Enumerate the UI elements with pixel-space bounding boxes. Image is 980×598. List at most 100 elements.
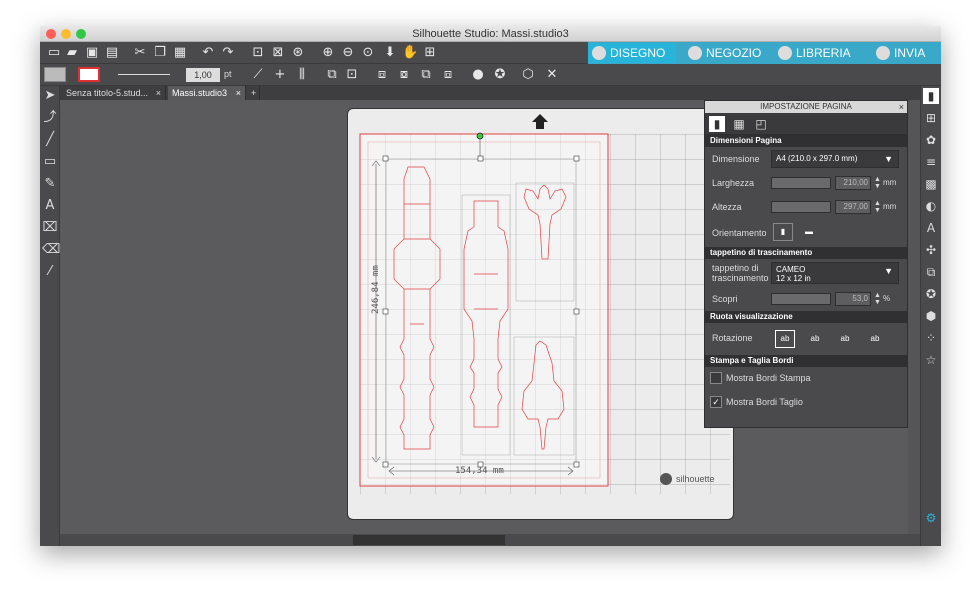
eraser-icon[interactable]: ⌫ (42, 242, 60, 258)
trace-icon[interactable]: ⬢ (923, 308, 939, 324)
backward-icon[interactable]: ⧈ (440, 67, 456, 83)
horizontal-scrollbar[interactable] (60, 534, 920, 546)
crosshair-icon[interactable]: + (272, 67, 288, 83)
height-slider[interactable] (771, 201, 831, 213)
landscape-icon[interactable]: ▬ (799, 223, 819, 241)
zoom-in-icon[interactable]: ⊕ (320, 45, 336, 61)
mat-select[interactable]: CAMEO 12 x 12 in ▼ (771, 262, 899, 284)
reveal-input[interactable]: 53,0 (835, 292, 871, 306)
ungroup-icon[interactable]: ⊡ (344, 67, 360, 83)
rotation-180-button[interactable]: ab (835, 330, 855, 348)
paste-icon[interactable]: ▦ (172, 45, 188, 61)
line-style-icon[interactable]: ≡ (923, 154, 939, 170)
replicate-icon[interactable]: ⧉ (923, 264, 939, 280)
save-icon[interactable]: ▣ (84, 45, 100, 61)
zoom-out-icon[interactable]: ⊖ (340, 45, 356, 61)
forward-icon[interactable]: ⧉ (418, 67, 434, 83)
panel-close-icon[interactable]: × (899, 101, 904, 113)
section-print-cut: Stampa e Taglia Bordi (705, 355, 907, 367)
move-down-icon[interactable]: ⬇ (382, 45, 398, 61)
line-style-preview[interactable] (118, 74, 170, 75)
tab-invia[interactable]: INVIA (872, 43, 940, 63)
weld-icon[interactable]: ● (470, 67, 486, 83)
favorites-star-icon[interactable]: ☆ (923, 352, 939, 368)
line-color-swatch[interactable] (78, 67, 100, 82)
offset-icon[interactable]: ⬡ (520, 67, 536, 83)
show-print-borders-checkbox[interactable] (710, 372, 722, 384)
rotation-0-button[interactable]: ab (775, 330, 795, 348)
redo-icon[interactable]: ↷ (220, 45, 236, 61)
chevron-down-icon: ▼ (884, 266, 893, 276)
cut-icon[interactable]: ✂ (132, 45, 148, 61)
settings-gear-icon[interactable]: ⚙ (923, 510, 939, 526)
open-folder-icon[interactable]: ▰ (64, 45, 80, 61)
tab-disegno[interactable]: DISEGNO (588, 43, 676, 63)
orientation-row: Orientamento ▮ ▬ (705, 219, 907, 247)
rotation-270-button[interactable]: ab (865, 330, 885, 348)
pixel-icon[interactable]: ⊞ (923, 110, 939, 126)
send-back-icon[interactable]: ⧇ (396, 67, 412, 83)
doc-tab-untitled[interactable]: Senza titolo-5.stud... × (62, 86, 166, 100)
modify-icon[interactable]: ✪ (923, 286, 939, 302)
text-style-icon[interactable]: A (923, 220, 939, 236)
fit-page-icon[interactable]: ⊞ (422, 45, 438, 61)
text-tool-icon[interactable]: A (42, 198, 58, 214)
reveal-unit: % (883, 294, 891, 303)
cutting-mat[interactable]: 246,84 mm 154,34 mm silhouette (347, 108, 734, 520)
height-input[interactable]: 297,00 (835, 200, 871, 214)
page-setup-icon[interactable]: ▮ (923, 88, 939, 104)
deselect-icon[interactable]: ⊠ (270, 45, 286, 61)
eyedropper-icon[interactable]: ⁄ (42, 264, 58, 280)
transform-icon[interactable]: ✣ (923, 242, 939, 258)
reveal-stepper[interactable]: ▲ ▼ (874, 292, 881, 306)
tab-negozio[interactable]: NEGOZIO (684, 43, 772, 63)
select-all-icon[interactable]: ⊡ (250, 45, 266, 61)
edit-points-icon[interactable]: ⤴ (42, 110, 58, 126)
fill-swatch[interactable] (44, 67, 66, 82)
width-slider[interactable] (771, 177, 831, 189)
close-tab-icon[interactable]: × (156, 86, 161, 100)
grid-settings-icon[interactable]: ▦ (731, 116, 747, 132)
new-file-icon[interactable]: ▭ (46, 45, 62, 61)
close-tab-icon[interactable]: × (236, 86, 241, 100)
bring-front-icon[interactable]: ⧈ (374, 67, 390, 83)
palette-icon[interactable]: ✿ (923, 132, 939, 148)
height-stepper[interactable]: ▲ ▼ (874, 200, 881, 214)
contrast-icon[interactable]: ◐ (923, 198, 939, 214)
fill-pattern-icon[interactable]: ▩ (923, 176, 939, 192)
width-unit: mm (883, 178, 897, 187)
line-width-input[interactable]: 1,00 (186, 68, 220, 82)
scrollbar-thumb[interactable] (353, 535, 505, 545)
width-input[interactable]: 210,00 (835, 176, 871, 190)
copy-icon[interactable]: ❐ (152, 45, 168, 61)
page-settings-icon[interactable]: ▮ (709, 116, 725, 132)
draw-line-icon[interactable]: ╱ (42, 132, 58, 148)
offset-panel-icon[interactable]: ⁘ (923, 330, 939, 346)
reveal-slider[interactable] (771, 293, 831, 305)
page-size-select[interactable]: A4 (210.0 x 297.0 mm) ▼ (771, 150, 899, 168)
pencil-icon[interactable]: ✎ (42, 176, 58, 192)
align-icon[interactable]: ⫼ (294, 67, 310, 83)
draw-rectangle-icon[interactable]: ▭ (42, 154, 58, 170)
zoom-select-icon[interactable]: ⊙ (360, 45, 376, 61)
show-cut-borders-label: Mostra Bordi Taglio (726, 397, 803, 407)
select-by-color-icon[interactable]: ⊛ (290, 45, 306, 61)
rotation-90-button[interactable]: ab (805, 330, 825, 348)
group-icon[interactable]: ⧉ (324, 67, 340, 83)
registration-marks-icon[interactable]: ◰ (753, 116, 769, 132)
pan-hand-icon[interactable]: ✋ (402, 45, 418, 61)
new-tab-button[interactable]: + (248, 86, 260, 100)
print-icon[interactable]: ▤ (104, 45, 120, 61)
undo-icon[interactable]: ↶ (200, 45, 216, 61)
width-stepper[interactable]: ▲ ▼ (874, 176, 881, 190)
knife-icon[interactable]: ⌧ (42, 220, 58, 236)
show-cut-borders-checkbox[interactable]: ✓ (710, 396, 722, 408)
load-arrow-icon (532, 114, 548, 129)
portrait-icon[interactable]: ▮ (773, 223, 793, 241)
star-shape-icon[interactable]: ✪ (492, 67, 508, 83)
tab-libreria[interactable]: LIBRERIA (774, 43, 862, 63)
line-tool-icon[interactable]: ⟋ (250, 67, 266, 83)
doc-tab-massi[interactable]: Massi.studio3 × (168, 86, 246, 100)
trace-x-icon[interactable]: ✕ (544, 67, 560, 83)
select-arrow-icon[interactable]: ➤ (42, 88, 58, 104)
